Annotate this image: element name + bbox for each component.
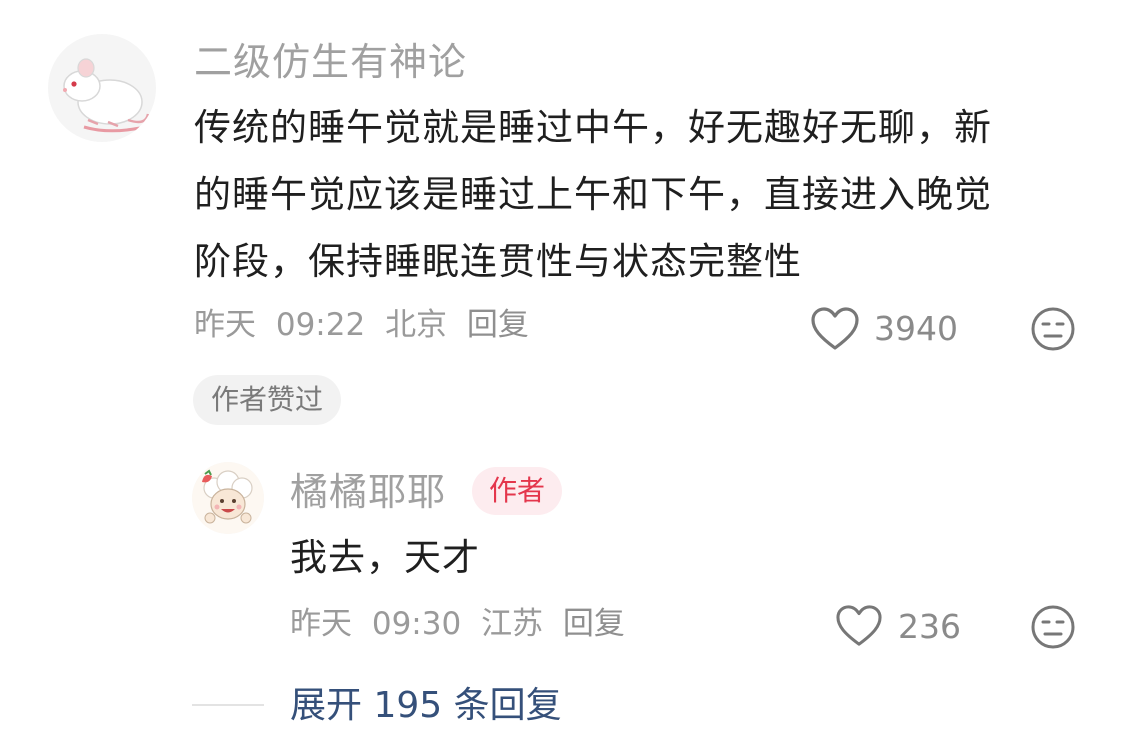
reply-reply-button[interactable]: 回复 <box>563 606 625 642</box>
comment-location: 北京 <box>385 307 448 343</box>
comment-text-line: 阶段，保持睡眠连贯性与状态完整性 <box>194 240 802 283</box>
comment-text-line: 传统的睡午觉就是睡过中午，好无趣好无聊，新 <box>194 106 992 149</box>
white-rat-icon <box>48 34 156 142</box>
expand-replies-button[interactable]: 展开 195 条回复 <box>290 684 562 728</box>
reply-like-button[interactable] <box>835 604 883 648</box>
reply-location: 江苏 <box>481 606 544 642</box>
comment-username[interactable]: 二级仿生有神论 <box>194 40 467 84</box>
reply-time: 09:30 <box>371 606 462 642</box>
avatar[interactable] <box>48 34 156 142</box>
like-button[interactable] <box>810 306 860 352</box>
reply-react-button[interactable] <box>1030 604 1076 650</box>
reply-meta: 昨天 09:30 江苏 回复 <box>290 604 635 644</box>
reply-username[interactable]: 橘橘耶耶 <box>290 470 446 514</box>
comment-text-line: 的睡午觉应该是睡过上午和下午，直接进入晚觉 <box>194 173 992 216</box>
reply-date: 昨天 <box>290 606 352 642</box>
comment-text: 传统的睡午觉就是睡过中午，好无趣好无聊，新 的睡午觉应该是睡过上午和下午，直接进… <box>194 94 1094 295</box>
author-liked-badge: 作者赞过 <box>193 375 342 425</box>
react-button[interactable] <box>1030 306 1076 352</box>
heart-outline-icon <box>811 307 859 350</box>
reply-avatar[interactable] <box>192 462 264 534</box>
comment-meta: 昨天 09:22 北京 回复 <box>194 305 539 345</box>
reply-text: 我去，天才 <box>290 536 480 579</box>
comment-time: 09:22 <box>275 307 366 343</box>
comment-date: 昨天 <box>194 307 256 343</box>
author-tag: 作者 <box>472 467 563 515</box>
like-count: 3940 <box>874 309 958 348</box>
reply-like-count: 236 <box>898 607 961 646</box>
reply-button[interactable]: 回复 <box>467 307 529 343</box>
heart-outline-icon <box>836 605 882 646</box>
expand-divider <box>192 704 264 706</box>
cartoon-sheep-icon <box>192 462 264 534</box>
neutral-face-icon <box>1031 605 1075 649</box>
neutral-face-icon <box>1031 307 1075 351</box>
